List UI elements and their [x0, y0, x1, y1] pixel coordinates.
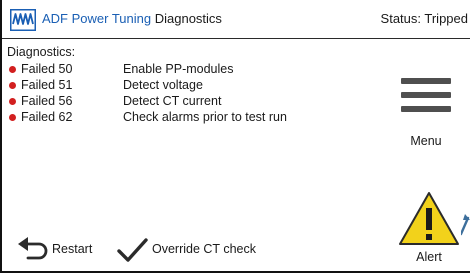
- brand-name: ADF Power Tuning: [42, 11, 152, 26]
- diagnostic-code: Failed 56: [21, 94, 73, 108]
- alert-label: Alert: [416, 250, 442, 264]
- diagnostic-code: Failed 51: [21, 78, 73, 92]
- status-text: Status: Tripped: [380, 11, 468, 26]
- status-dot-icon: [9, 98, 16, 105]
- diagnostic-description: Enable PP-modules: [123, 62, 234, 76]
- hamburger-menu-icon: [401, 78, 451, 84]
- checkmark-icon: [117, 238, 148, 262]
- warning-triangle-icon: [399, 192, 459, 245]
- status-dot-icon: [9, 66, 16, 73]
- diagnostic-description: Detect CT current: [123, 94, 222, 108]
- diagnostics-title: Diagnostics:: [7, 45, 76, 59]
- diagnostic-code: Failed 62: [21, 110, 73, 124]
- diagnostic-description: Check alarms prior to test run: [123, 110, 287, 124]
- override-ct-check-label: Override CT check: [152, 242, 256, 256]
- diagnostic-code: Failed 50: [21, 62, 73, 76]
- status-dot-icon: [9, 114, 16, 121]
- menu-button[interactable]: Menu: [398, 78, 454, 150]
- diagnostic-description: Detect voltage: [123, 78, 203, 92]
- waveform-logo-icon: [10, 9, 36, 31]
- status-dot-icon: [9, 82, 16, 89]
- restart-button[interactable]: Restart: [16, 236, 112, 266]
- header-bar: ADF Power Tuning Diagnostics Status: Tri…: [2, 0, 470, 39]
- hamburger-menu-icon: [401, 92, 451, 98]
- app-title: ADF Power Tuning Diagnostics: [42, 11, 222, 27]
- hamburger-menu-icon: [401, 106, 451, 112]
- alert-button[interactable]: Alert: [396, 190, 462, 270]
- pointer-cursor-icon: [461, 214, 470, 236]
- override-ct-check-button[interactable]: Override CT check: [116, 236, 316, 266]
- restart-label: Restart: [52, 242, 93, 256]
- menu-label: Menu: [410, 134, 442, 148]
- page-title: Diagnostics: [154, 11, 222, 26]
- back-arrow-icon: [18, 237, 48, 260]
